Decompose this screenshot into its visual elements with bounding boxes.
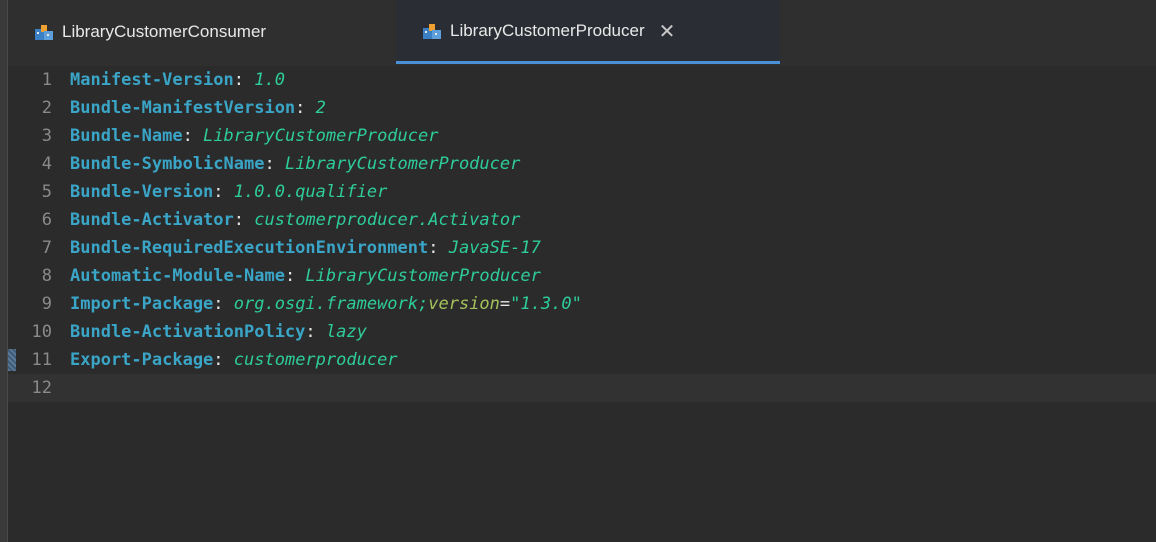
plugin-manifest-icon [422, 22, 442, 40]
line-number: 12 [31, 378, 52, 398]
code-line: 9 Import-Package: org.osgi.framework; ver… [8, 290, 1156, 318]
plugin-manifest-icon [34, 23, 54, 41]
header-value: customerproducer.Activator [254, 210, 521, 230]
tab-library-customer-producer[interactable]: LibraryCustomerProducer ✕ [396, 0, 780, 64]
code-line: 1 Manifest-Version: 1.0 [8, 66, 1156, 94]
tab-label: LibraryCustomerConsumer [62, 22, 267, 41]
header-value: 1.0 [254, 70, 285, 90]
close-icon[interactable]: ✕ [659, 21, 676, 41]
header-key: Export-Package [70, 350, 214, 370]
header-value: customerproducer [233, 350, 398, 370]
code-line: 5 Bundle-Version: 1.0.0.qualifier [8, 178, 1156, 206]
header-value: LibraryCustomerProducer [284, 154, 521, 174]
line-number: 3 [41, 126, 52, 146]
header-value: LibraryCustomerProducer [305, 266, 541, 286]
line-number: 10 [31, 322, 52, 342]
header-key: Import-Package [70, 294, 214, 314]
attribute-name: version [428, 294, 500, 314]
header-key: Bundle-Version [70, 182, 214, 202]
header-key: Bundle-ActivationPolicy [70, 322, 306, 342]
header-key: Automatic-Module-Name [70, 266, 285, 286]
header-key: Bundle-Activator [70, 210, 234, 230]
header-value: JavaSE-17 [448, 238, 541, 258]
tab-library-customer-consumer[interactable]: LibraryCustomerConsumer [8, 0, 396, 64]
tab-label: LibraryCustomerProducer [450, 20, 645, 40]
code-line: 3 Bundle-Name: LibraryCustomerProducer [8, 122, 1156, 150]
line-number: 7 [41, 238, 52, 258]
line-number: 4 [41, 154, 52, 174]
code-line: 2 Bundle-ManifestVersion: 2 [8, 94, 1156, 122]
line-number: 11 [31, 350, 52, 370]
line-number: 9 [41, 294, 52, 314]
line-number: 2 [41, 98, 52, 118]
code-line: 10 Bundle-ActivationPolicy: lazy [8, 318, 1156, 346]
left-edge [0, 0, 8, 542]
code-line: 4 Bundle-SymbolicName: LibraryCustomerPr… [8, 150, 1156, 178]
change-marker [8, 349, 16, 371]
attribute-value: "1.3.0" [510, 294, 582, 314]
line-number: 8 [41, 266, 52, 286]
header-value: lazy [325, 322, 367, 342]
code-line: 8 Automatic-Module-Name: LibraryCustomer… [8, 262, 1156, 290]
header-value: 1.0.0.qualifier [233, 182, 388, 202]
header-key: Bundle-ManifestVersion [70, 98, 296, 118]
manifest-editor[interactable]: 1 Manifest-Version: 1.0 2 Bundle-Manifes… [8, 66, 1156, 542]
tab-bar: LibraryCustomerConsumer LibraryCustomerP… [8, 0, 1156, 64]
header-value: 2 [315, 98, 326, 118]
code-line: 11 Export-Package: customerproducer [8, 346, 1156, 374]
header-key: Bundle-Name [70, 126, 183, 146]
header-key: Manifest-Version [70, 70, 234, 90]
line-number: 5 [41, 182, 52, 202]
header-value: LibraryCustomerProducer [203, 126, 439, 146]
code-line-current[interactable]: 12 [8, 374, 1156, 402]
line-number: 6 [41, 210, 52, 230]
line-number: 1 [41, 70, 52, 90]
header-key: Bundle-RequiredExecutionEnvironment [70, 238, 429, 258]
header-value: org.osgi.framework; [233, 294, 429, 314]
code-line: 6 Bundle-Activator: customerproducer.Act… [8, 206, 1156, 234]
editor-window: LibraryCustomerConsumer LibraryCustomerP… [0, 0, 1156, 542]
code-line: 7 Bundle-RequiredExecutionEnvironment: J… [8, 234, 1156, 262]
header-key: Bundle-SymbolicName [70, 154, 265, 174]
